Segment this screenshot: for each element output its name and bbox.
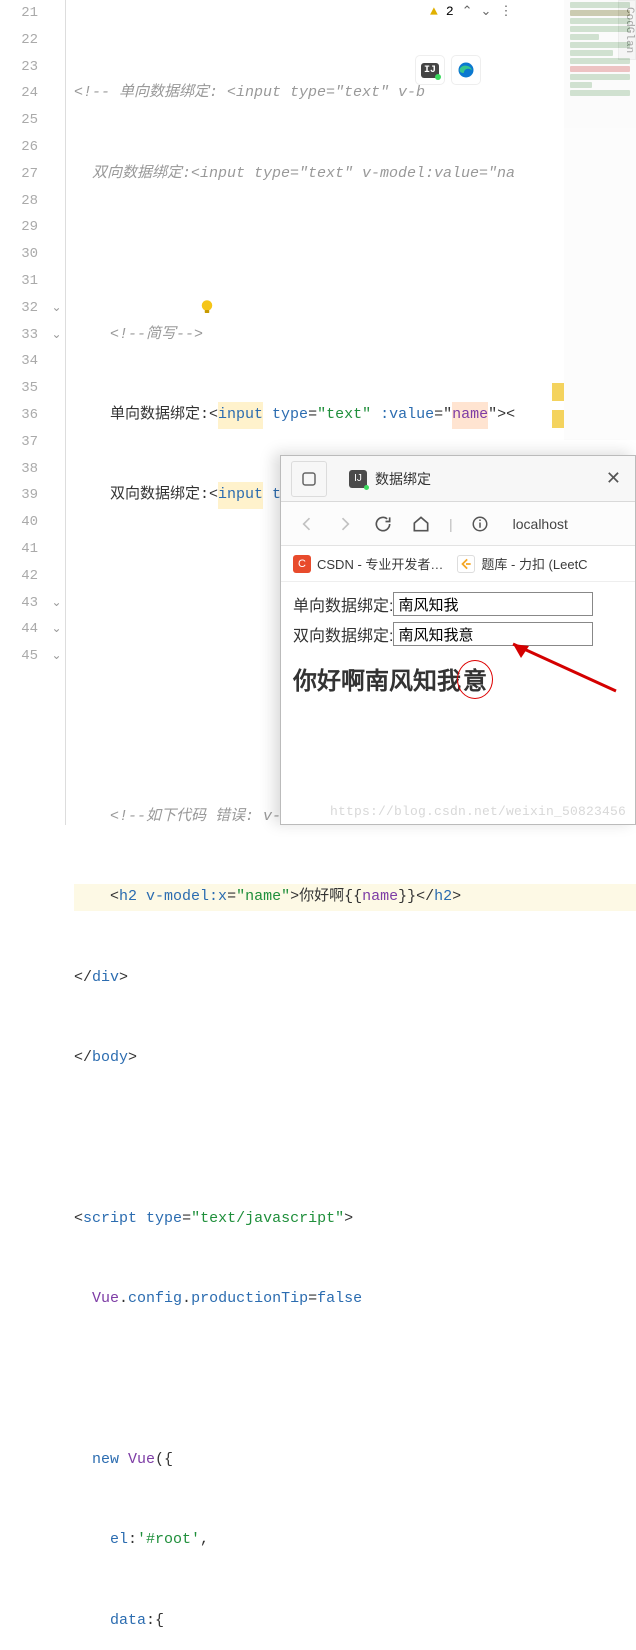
tab-close-button[interactable]: ✕ xyxy=(606,468,621,489)
fold-marker[interactable]: ⌄ xyxy=(48,616,65,643)
browser-tab[interactable]: IJ 数据绑定 xyxy=(337,469,443,489)
fold-marker[interactable] xyxy=(48,80,65,107)
fold-marker[interactable] xyxy=(48,214,65,241)
line-number: 44 xyxy=(0,616,38,643)
line-number: 24 xyxy=(0,80,38,107)
line-number: 22 xyxy=(0,27,38,54)
inspection-bar[interactable]: ▲ 2 ⌃ ⌄ ⋮ xyxy=(430,4,512,19)
line-number: 37 xyxy=(0,429,38,456)
fold-marker[interactable] xyxy=(48,268,65,295)
change-marker xyxy=(552,383,564,401)
line-number: 27 xyxy=(0,161,38,188)
fold-marker[interactable] xyxy=(48,509,65,536)
warning-icon: ▲ xyxy=(430,4,438,19)
line-number: 33 xyxy=(0,322,38,349)
fold-marker[interactable] xyxy=(48,482,65,509)
line-number: 29 xyxy=(0,214,38,241)
line-number: 42 xyxy=(0,563,38,590)
line-number: 41 xyxy=(0,536,38,563)
warning-count: 2 xyxy=(446,4,454,19)
fold-marker[interactable] xyxy=(48,188,65,215)
site-info-icon[interactable] xyxy=(471,515,489,533)
line-number: 25 xyxy=(0,107,38,134)
fold-marker[interactable] xyxy=(48,348,65,375)
line-number: 23 xyxy=(0,54,38,81)
code-comment: <!-- 单向数据绑定: <input type="text" v-b xyxy=(74,80,425,107)
fold-marker[interactable] xyxy=(48,107,65,134)
line-number: 34 xyxy=(0,348,38,375)
ide-preview-icon[interactable]: IJ xyxy=(416,56,444,84)
csdn-icon: C xyxy=(293,555,311,573)
line-number: 28 xyxy=(0,188,38,215)
line-number: 31 xyxy=(0,268,38,295)
browser-titlebar: IJ 数据绑定 ✕ xyxy=(281,456,635,502)
fold-marker[interactable] xyxy=(48,0,65,27)
fold-column: ⌄⌄⌄⌄⌄ xyxy=(48,0,66,825)
bookmarks-bar: CCSDN - 专业开发者… 题库 - 力扣 (LeetC xyxy=(281,546,635,582)
fold-marker[interactable]: ⌄ xyxy=(48,643,65,670)
address-bar-text[interactable]: localhost xyxy=(513,516,568,532)
browser-preview-chips: IJ xyxy=(416,56,480,84)
lightbulb-icon[interactable] xyxy=(144,271,162,289)
fold-marker[interactable] xyxy=(48,27,65,54)
fold-marker[interactable]: ⌄ xyxy=(48,295,65,322)
tab-favicon: IJ xyxy=(349,470,367,488)
watermark: https://blog.csdn.net/weixin_50823456 xyxy=(330,804,626,819)
tabs-overview-button[interactable] xyxy=(291,461,327,497)
line-number: 40 xyxy=(0,509,38,536)
line-number: 32 xyxy=(0,295,38,322)
fold-marker[interactable] xyxy=(48,536,65,563)
fold-marker[interactable]: ⌄ xyxy=(48,322,65,349)
minimap[interactable] xyxy=(564,0,636,440)
fold-marker[interactable] xyxy=(48,134,65,161)
fold-marker[interactable] xyxy=(48,54,65,81)
nav-up[interactable]: ⌃ xyxy=(462,4,473,19)
line-number: 45 xyxy=(0,643,38,670)
gutter: 2122232425262728293031323334353637383940… xyxy=(0,0,48,825)
browser-window: IJ 数据绑定 ✕ | localhost CCSDN - 专业开发者… 题库 … xyxy=(280,455,636,825)
fold-marker[interactable] xyxy=(48,161,65,188)
browser-toolbar: | localhost xyxy=(281,502,635,546)
change-marker xyxy=(552,410,564,428)
tab-title: 数据绑定 xyxy=(375,469,431,489)
fold-marker[interactable] xyxy=(48,375,65,402)
code-line-31-highlight: <h2 v-model:x="name">你好啊{{name}}</h2> xyxy=(74,884,636,911)
forward-button[interactable] xyxy=(335,514,355,534)
label-oneway: 单向数据绑定: xyxy=(293,592,393,616)
fold-marker[interactable] xyxy=(48,241,65,268)
line-number: 36 xyxy=(0,402,38,429)
fold-marker[interactable] xyxy=(48,402,65,429)
bookmark-leetcode[interactable]: 题库 - 力扣 (LeetC xyxy=(457,554,587,573)
line-number: 26 xyxy=(0,134,38,161)
page-content: 单向数据绑定: 双向数据绑定: 你好啊南风知我意 xyxy=(281,582,635,709)
input-oneway[interactable] xyxy=(393,592,593,616)
leetcode-icon xyxy=(457,555,475,573)
fold-marker[interactable] xyxy=(48,563,65,590)
code-comment: 双向数据绑定:<input type="text" v-model:value=… xyxy=(74,161,515,188)
more-menu[interactable]: ⋮ xyxy=(499,4,512,19)
label-twoway: 双向数据绑定: xyxy=(293,622,393,646)
line-number: 38 xyxy=(0,456,38,483)
home-button[interactable] xyxy=(411,514,431,534)
nav-down[interactable]: ⌄ xyxy=(481,4,492,19)
line-number: 35 xyxy=(0,375,38,402)
back-button[interactable] xyxy=(297,514,317,534)
bound-heading: 你好啊南风知我意 xyxy=(293,660,623,699)
bookmark-csdn[interactable]: CCSDN - 专业开发者… xyxy=(293,554,443,573)
line-number: 39 xyxy=(0,482,38,509)
fold-marker[interactable] xyxy=(48,456,65,483)
fold-marker[interactable] xyxy=(48,429,65,456)
line-number: 43 xyxy=(0,590,38,617)
edge-preview-icon[interactable] xyxy=(452,56,480,84)
input-twoway[interactable] xyxy=(393,622,593,646)
line-number: 21 xyxy=(0,0,38,27)
fold-marker[interactable]: ⌄ xyxy=(48,590,65,617)
line-number: 30 xyxy=(0,241,38,268)
reload-button[interactable] xyxy=(373,514,393,534)
